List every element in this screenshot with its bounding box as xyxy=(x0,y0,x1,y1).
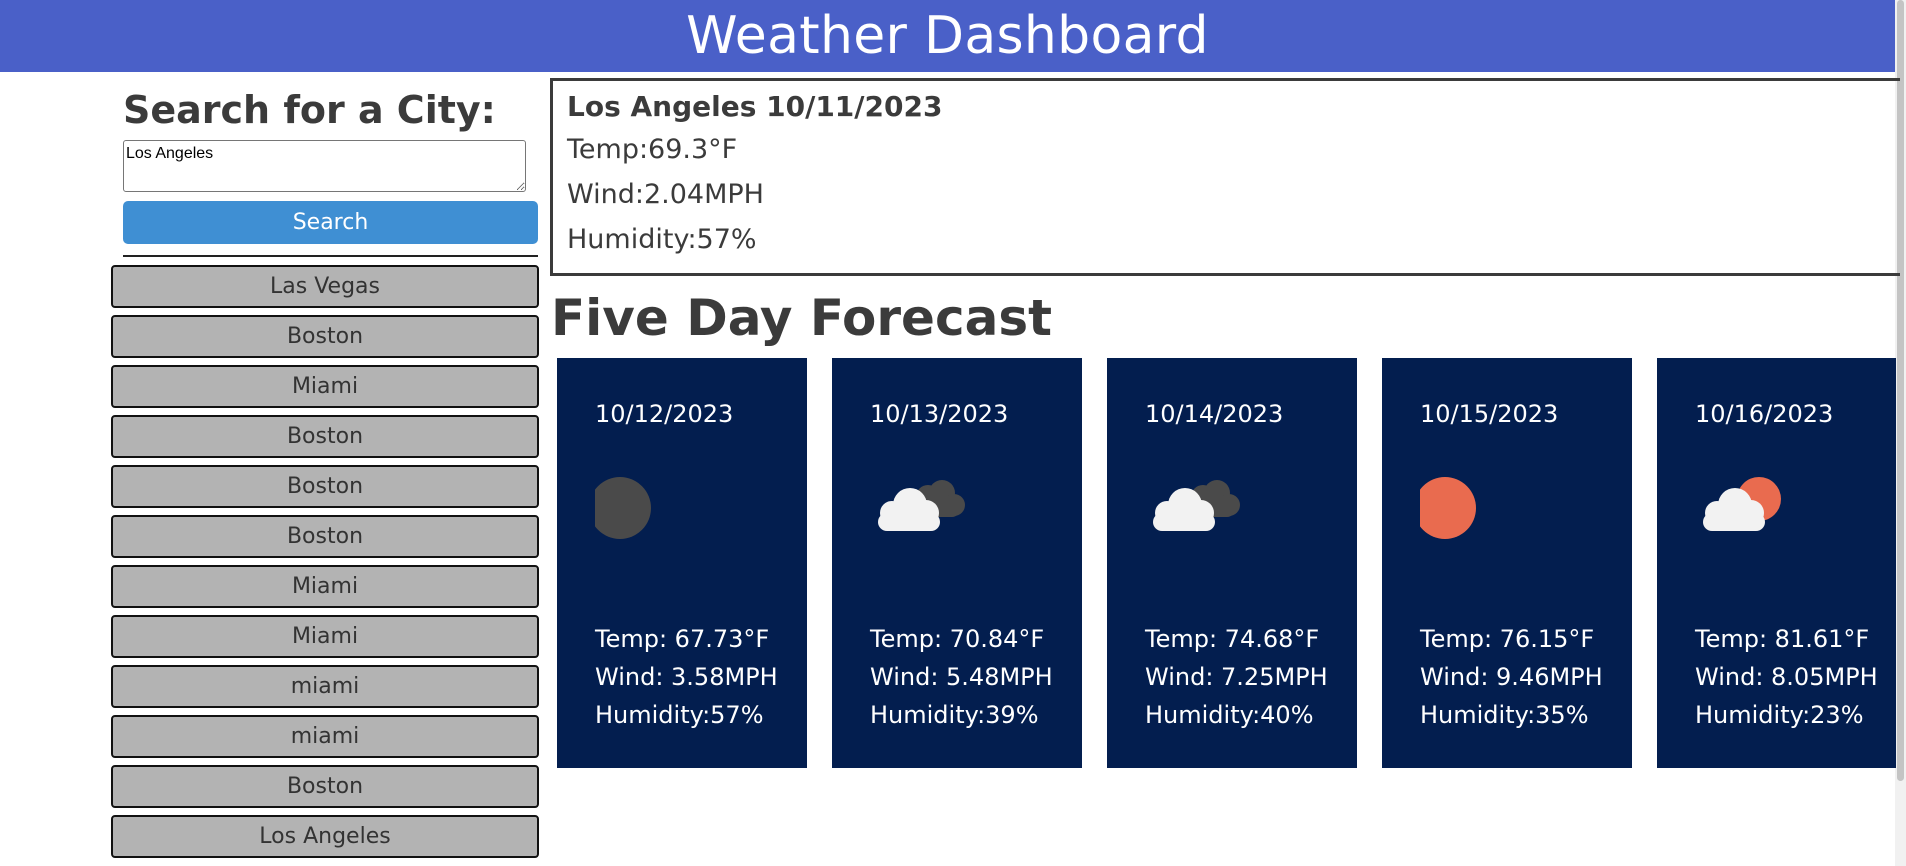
forecast-temp: Temp: 67.73°F xyxy=(595,625,770,653)
forecast-humidity: Humidity:35% xyxy=(1420,701,1589,729)
page-title: Weather Dashboard xyxy=(686,6,1209,66)
forecast-humidity: Humidity:23% xyxy=(1695,701,1864,729)
search-button[interactable]: Search xyxy=(123,201,538,244)
forecast-heading: Five Day Forecast xyxy=(551,289,1053,347)
forecast-date: 10/12/2023 xyxy=(595,400,734,428)
forecast-card: 10/15/2023 Temp: 76.15°F Wind: 9.46MPH H… xyxy=(1382,358,1632,768)
forecast-wind: Wind: 7.25MPH xyxy=(1145,663,1328,691)
broken-clouds-icon xyxy=(870,475,965,545)
forecast-wind: Wind: 9.46MPH xyxy=(1420,663,1603,691)
forecast-temp: Temp: 81.61°F xyxy=(1695,625,1870,653)
forecast-card: 10/13/2023 Temp: 70.84°F Wind: 5.48MPH H… xyxy=(832,358,1082,768)
forecast-temp: Temp: 70.84°F xyxy=(870,625,1045,653)
history-city-button[interactable]: Miami xyxy=(111,565,539,608)
history-city-button[interactable]: Boston xyxy=(111,415,539,458)
forecast-humidity: Humidity:39% xyxy=(870,701,1039,729)
clear-sun-icon xyxy=(1414,475,1510,545)
history-city-button[interactable]: Boston xyxy=(111,515,539,558)
forecast-date: 10/14/2023 xyxy=(1145,400,1284,428)
sidebar-divider xyxy=(123,255,538,257)
history-city-button[interactable]: miami xyxy=(111,715,539,758)
forecast-card: 10/12/2023 Temp: 67.73°F Wind: 3.58MPH H… xyxy=(557,358,807,768)
history-city-button[interactable]: Boston xyxy=(111,465,539,508)
forecast-humidity: Humidity:57% xyxy=(595,701,764,729)
city-search-input[interactable]: Los Angeles xyxy=(123,140,526,192)
forecast-wind: Wind: 5.48MPH xyxy=(870,663,1053,691)
forecast-temp: Temp: 76.15°F xyxy=(1420,625,1595,653)
forecast-wind: Wind: 3.58MPH xyxy=(595,663,778,691)
history-city-button[interactable]: Miami xyxy=(111,615,539,658)
current-wind: Wind:2.04MPH xyxy=(567,179,764,210)
broken-clouds-icon xyxy=(1145,475,1240,545)
forecast-humidity: Humidity:40% xyxy=(1145,701,1314,729)
search-history-list: Las Vegas Boston Miami Boston Boston Bos… xyxy=(111,265,539,858)
forecast-date: 10/15/2023 xyxy=(1420,400,1559,428)
history-city-button[interactable]: Boston xyxy=(111,765,539,808)
current-city-date: Los Angeles 10/11/2023 xyxy=(567,90,943,123)
header-bar: Weather Dashboard xyxy=(0,0,1895,72)
current-weather-panel: Los Angeles 10/11/2023 Temp:69.3°F Wind:… xyxy=(550,78,1900,276)
forecast-card: 10/16/2023 Temp: 81.61°F Wind: 8.05MPH H… xyxy=(1657,358,1896,768)
forecast-wind: Wind: 8.05MPH xyxy=(1695,663,1878,691)
forecast-card: 10/14/2023 Temp: 74.68°F Wind: 7.25MPH H… xyxy=(1107,358,1357,768)
history-city-button[interactable]: Boston xyxy=(111,315,539,358)
history-city-button[interactable]: Miami xyxy=(111,365,539,408)
few-clouds-icon xyxy=(1695,475,1785,545)
forecast-date: 10/13/2023 xyxy=(870,400,1009,428)
history-city-button[interactable]: miami xyxy=(111,665,539,708)
forecast-cards: 10/12/2023 Temp: 67.73°F Wind: 3.58MPH H… xyxy=(557,358,1896,768)
forecast-date: 10/16/2023 xyxy=(1695,400,1834,428)
search-heading: Search for a City: xyxy=(123,88,496,132)
current-humidity: Humidity:57% xyxy=(567,224,757,255)
history-city-button[interactable]: Las Vegas xyxy=(111,265,539,308)
history-city-button[interactable]: Los Angeles xyxy=(111,815,539,858)
forecast-temp: Temp: 74.68°F xyxy=(1145,625,1320,653)
current-temp: Temp:69.3°F xyxy=(567,134,738,165)
dark-moon-icon xyxy=(589,475,685,545)
sidebar: Search for a City: Los Angeles Search La… xyxy=(111,86,539,865)
